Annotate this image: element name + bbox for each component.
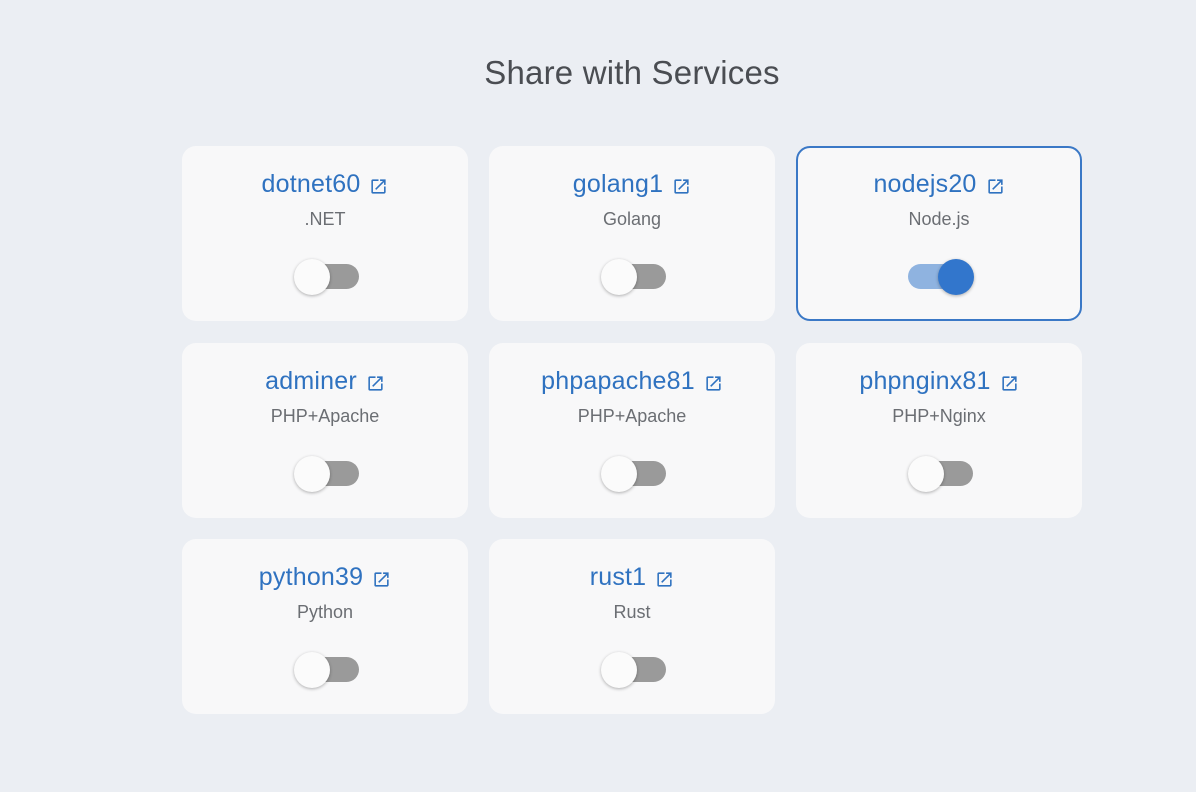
service-name-link[interactable]: dotnet60	[262, 170, 361, 199]
share-toggle[interactable]	[601, 259, 667, 295]
external-link-icon[interactable]	[366, 374, 385, 393]
external-link-icon[interactable]	[986, 177, 1005, 196]
toggle-knob	[938, 259, 974, 295]
service-name-link[interactable]: phpapache81	[541, 367, 695, 396]
service-card-rust1[interactable]: rust1 Rust	[489, 539, 775, 714]
service-type: .NET	[304, 209, 346, 229]
service-card-golang1[interactable]: golang1 Golang	[489, 146, 775, 321]
share-toggle[interactable]	[294, 259, 360, 295]
service-card-python39[interactable]: python39 Python	[182, 539, 468, 714]
external-link-icon[interactable]	[655, 570, 674, 589]
service-header: rust1	[491, 563, 773, 592]
external-link-icon[interactable]	[672, 177, 691, 196]
service-header: phpapache81	[491, 367, 773, 396]
service-header: phpnginx81	[798, 367, 1080, 396]
service-name-link[interactable]: python39	[259, 563, 363, 592]
external-link-icon[interactable]	[1000, 374, 1019, 393]
service-type: PHP+Apache	[270, 405, 380, 426]
toggle-knob	[294, 652, 330, 688]
toggle-knob	[601, 455, 637, 492]
service-card-phpapache81[interactable]: phpapache81 PHP+Apache	[489, 342, 775, 518]
service-type: Golang	[602, 209, 662, 229]
toggle-knob	[294, 455, 330, 492]
service-header: adminer	[184, 367, 466, 396]
service-card-phpnginx81[interactable]: phpnginx81 PHP+Nginx	[796, 342, 1082, 518]
service-type: PHP+Nginx	[892, 405, 986, 426]
page-title: Share with Services	[484, 54, 780, 91]
share-toggle[interactable]	[601, 652, 667, 688]
service-header: golang1	[491, 170, 773, 199]
service-card-dotnet60[interactable]: dotnet60 .NET	[182, 146, 468, 321]
toggle-knob	[294, 259, 330, 295]
service-card-adminer[interactable]: adminer PHP+Apache	[182, 342, 468, 518]
service-name-link[interactable]: phpnginx81	[859, 367, 990, 396]
service-header: python39	[184, 563, 466, 592]
service-header: dotnet60	[184, 170, 466, 199]
toggle-knob	[908, 455, 944, 492]
share-toggle[interactable]	[294, 652, 360, 688]
share-toggle[interactable]	[908, 259, 974, 295]
service-name-link[interactable]: golang1	[573, 170, 663, 199]
external-link-icon[interactable]	[369, 177, 388, 196]
service-name-link[interactable]: rust1	[590, 563, 647, 592]
share-toggle[interactable]	[601, 455, 667, 492]
share-toggle[interactable]	[294, 455, 360, 492]
service-name-link[interactable]: adminer	[265, 367, 357, 396]
toggle-knob	[601, 652, 637, 688]
services-grid: dotnet60 .NET golang1 Golang nodejs20 No…	[182, 146, 1082, 714]
service-type: Node.js	[908, 209, 970, 229]
external-link-icon[interactable]	[704, 374, 723, 393]
external-link-icon[interactable]	[372, 570, 391, 589]
share-toggle[interactable]	[908, 455, 974, 492]
toggle-knob	[601, 259, 637, 295]
service-type: Python	[296, 602, 354, 622]
service-type: Rust	[613, 602, 651, 622]
service-card-nodejs20[interactable]: nodejs20 Node.js	[796, 146, 1082, 321]
service-type: PHP+Apache	[577, 405, 687, 426]
service-header: nodejs20	[798, 170, 1080, 199]
service-name-link[interactable]: nodejs20	[873, 170, 976, 199]
